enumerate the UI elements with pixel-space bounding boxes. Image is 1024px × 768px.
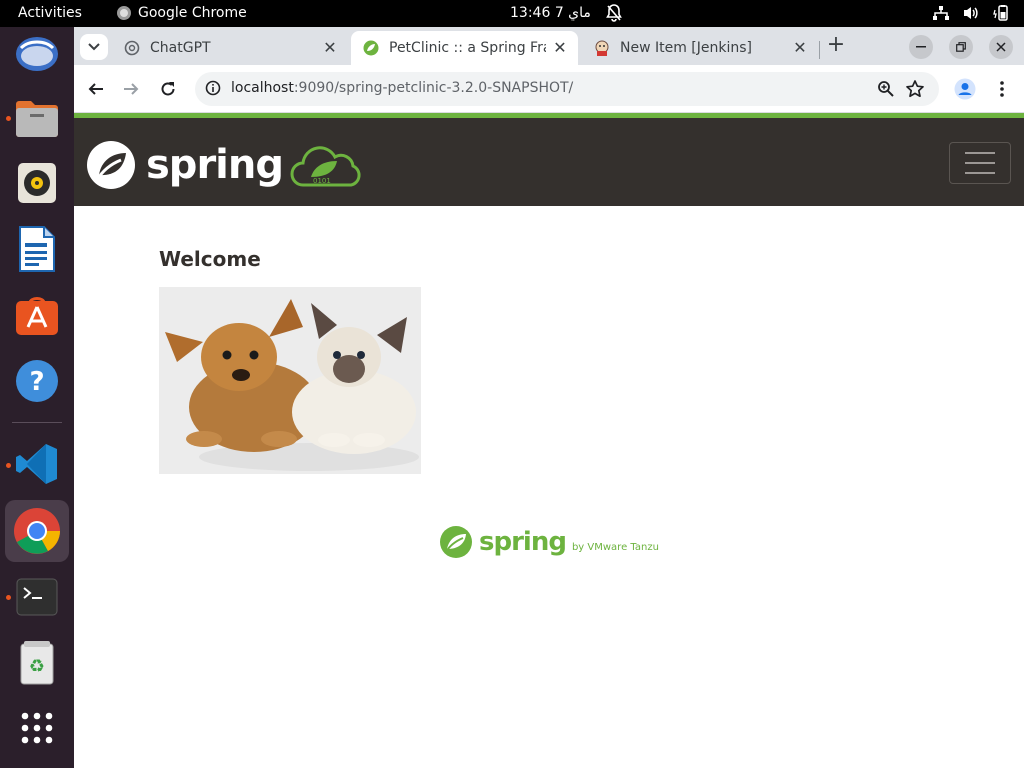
files-icon[interactable] — [13, 94, 61, 142]
address-bar[interactable]: localhost:9090/spring-petclinic-3.2.0-SN… — [195, 72, 939, 106]
activities-button[interactable]: Activities — [18, 5, 82, 21]
bookmark-star-icon[interactable] — [905, 79, 925, 103]
close-tab-icon[interactable]: ✕ — [322, 40, 338, 56]
navbar-toggle-button[interactable] — [949, 142, 1011, 184]
openai-icon — [124, 40, 140, 56]
tab-petclinic[interactable]: PetClinic :: a Spring Framework demonstr… — [351, 31, 578, 65]
close-window-button[interactable] — [989, 35, 1013, 59]
libreoffice-writer-icon[interactable] — [13, 225, 61, 273]
clock[interactable]: ماي 7 13:46 — [510, 5, 591, 21]
url-text[interactable]: localhost:9090/spring-petclinic-3.2.0-SN… — [231, 80, 573, 96]
tab-search-button[interactable] — [80, 34, 108, 60]
spring-footer-logo: spring by VMware Tanzu — [439, 525, 659, 559]
tab-jenkins[interactable]: New Item [Jenkins] ✕ — [582, 31, 818, 65]
spring-icon — [363, 40, 379, 56]
close-tab-icon[interactable]: ✕ — [792, 40, 808, 56]
thunderbird-icon[interactable] — [13, 30, 61, 78]
jenkins-icon — [594, 40, 610, 56]
chrome-window: ChatGPT ✕ PetClinic :: a Spring Framewor… — [74, 27, 1024, 768]
chrome-mini-icon — [117, 6, 131, 20]
network-icon — [932, 5, 950, 21]
forward-icon[interactable] — [120, 78, 142, 100]
zoom-icon[interactable] — [877, 80, 895, 102]
menu-kebab-icon[interactable] — [991, 78, 1013, 100]
spring-footer-icon — [440, 526, 472, 558]
volume-icon — [962, 5, 980, 21]
svg-text:?: ? — [29, 367, 44, 397]
app-menu[interactable]: Google Chrome — [117, 5, 247, 21]
tab-title: New Item [Jenkins] — [620, 40, 753, 56]
brand-wordmark: spring — [146, 142, 284, 188]
notification-bell-icon[interactable] — [606, 4, 622, 22]
back-icon[interactable] — [85, 78, 107, 100]
system-tray[interactable] — [932, 4, 1010, 22]
tab-strip: ChatGPT ✕ PetClinic :: a Spring Framewor… — [74, 27, 1024, 65]
browser-toolbar: localhost:9090/spring-petclinic-3.2.0-SN… — [74, 65, 1024, 113]
page-title: Welcome — [159, 247, 261, 271]
ubuntu-dock: ? ♻ — [0, 27, 74, 768]
url-host: localhost — [231, 80, 294, 96]
pets-image — [159, 287, 421, 474]
restore-button[interactable] — [949, 35, 973, 59]
gnome-top-bar: Activities Google Chrome ماي 7 13:46 — [0, 0, 1024, 27]
trash-icon[interactable]: ♻ — [13, 639, 61, 687]
new-tab-button[interactable]: + — [826, 34, 846, 56]
tab-title: ChatGPT — [150, 40, 211, 56]
chrome-icon[interactable] — [5, 500, 69, 562]
petclinic-cloud-icon: 0101 — [290, 146, 361, 187]
close-tab-icon[interactable]: ✕ — [552, 40, 568, 56]
spring-logo-icon — [87, 141, 135, 189]
page-content: spring 0101 Welcome spring by VMware Tan… — [74, 113, 1024, 768]
terminal-icon[interactable] — [13, 573, 61, 621]
chevron-down-icon — [88, 43, 100, 51]
rhythmbox-icon[interactable] — [13, 159, 61, 207]
minimize-button[interactable] — [909, 35, 933, 59]
help-icon[interactable]: ? — [13, 357, 61, 405]
reload-icon[interactable] — [157, 78, 179, 100]
svg-text:♻: ♻ — [29, 656, 45, 677]
spring-brand-logo[interactable]: spring 0101 — [86, 140, 363, 190]
tab-title: PetClinic :: a Spring Framework demonstr… — [389, 40, 546, 56]
app-center-icon[interactable] — [13, 291, 61, 339]
tab-chatgpt[interactable]: ChatGPT ✕ — [112, 31, 348, 65]
vscode-icon[interactable] — [13, 440, 61, 488]
site-info-icon[interactable] — [205, 80, 221, 100]
footer-byline: by VMware Tanzu — [571, 541, 659, 553]
footer-wordmark: spring — [479, 527, 567, 557]
svg-text:0101: 0101 — [313, 177, 331, 185]
battery-icon — [992, 4, 1010, 22]
app-menu-label: Google Chrome — [138, 5, 247, 21]
profile-avatar-icon[interactable] — [954, 78, 976, 100]
app-grid-icon[interactable] — [13, 704, 61, 752]
url-path: :9090/spring-petclinic-3.2.0-SNAPSHOT/ — [293, 80, 574, 96]
petclinic-navbar: spring 0101 — [74, 113, 1024, 206]
